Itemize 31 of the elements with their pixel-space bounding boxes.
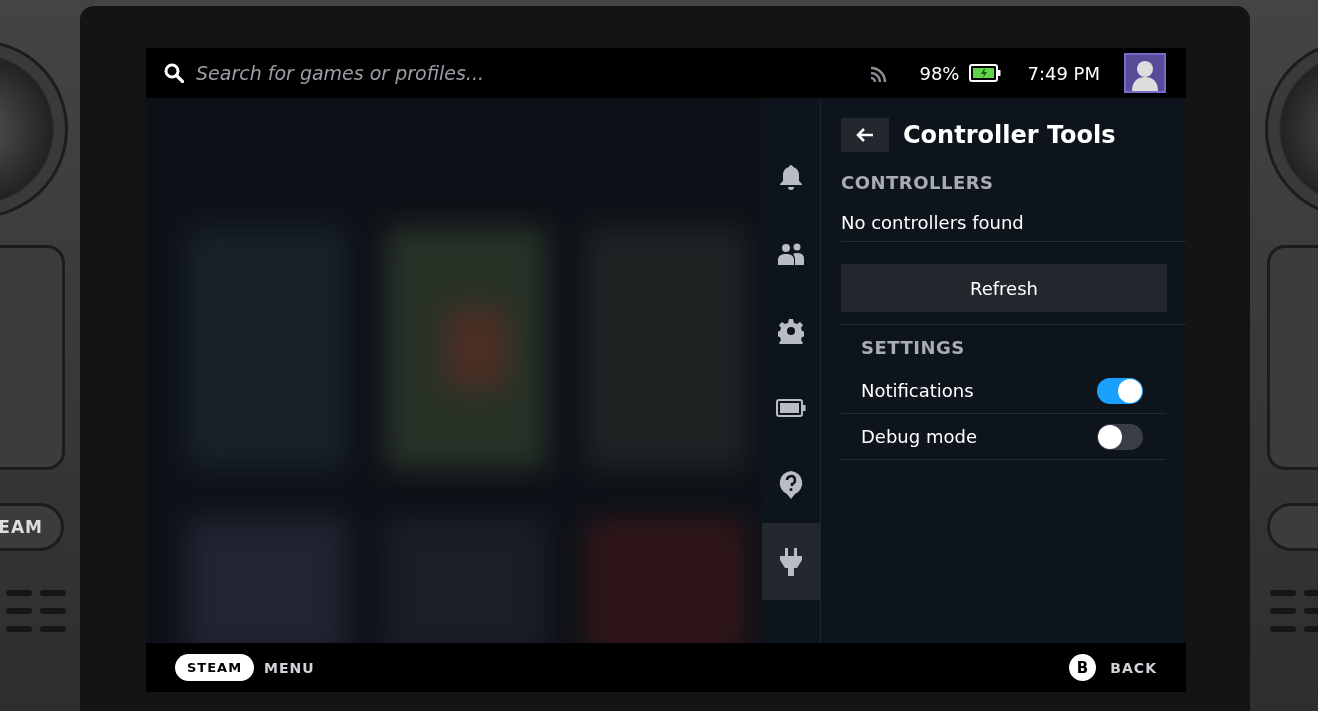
setting-label: Notifications <box>861 380 974 401</box>
steam-key-badge[interactable]: STEAM <box>175 654 255 681</box>
menu-hint: MENU <box>264 659 315 676</box>
friends-icon <box>777 242 805 265</box>
bell-icon <box>779 163 803 190</box>
help-icon <box>778 469 804 500</box>
battery-percentage: 98% <box>919 62 960 84</box>
steam-hardware-button[interactable]: EAM <box>0 503 64 551</box>
arrow-left-icon <box>856 127 874 143</box>
clock-time: 7:49 PM <box>1027 62 1100 84</box>
refresh-button[interactable]: Refresh <box>841 264 1167 312</box>
search-icon <box>164 63 184 83</box>
settings-icon <box>778 317 804 344</box>
avatar[interactable] <box>1124 53 1166 93</box>
plug-icon <box>779 546 803 577</box>
section-heading: CONTROLLERS <box>841 172 995 193</box>
menu-tab[interactable] <box>762 523 820 600</box>
back-hint: BACK <box>1110 659 1157 676</box>
toggle-switch[interactable] <box>1097 377 1143 404</box>
battery-icon <box>776 398 806 417</box>
panel-title: Controller Tools <box>903 121 1116 149</box>
section-heading: SETTINGS <box>861 336 966 360</box>
setting-label: Debug mode <box>861 426 977 447</box>
speaker-grille <box>6 590 66 632</box>
toggle-switch[interactable] <box>1097 423 1143 450</box>
search-field[interactable]: Search for games or profiles... <box>196 58 860 88</box>
battery-charging-icon <box>969 64 1002 82</box>
empty-message: No controllers found <box>841 211 1025 235</box>
back-button[interactable] <box>841 118 889 152</box>
b-key-badge[interactable]: B <box>1069 654 1097 681</box>
speaker-grille <box>1270 590 1318 632</box>
